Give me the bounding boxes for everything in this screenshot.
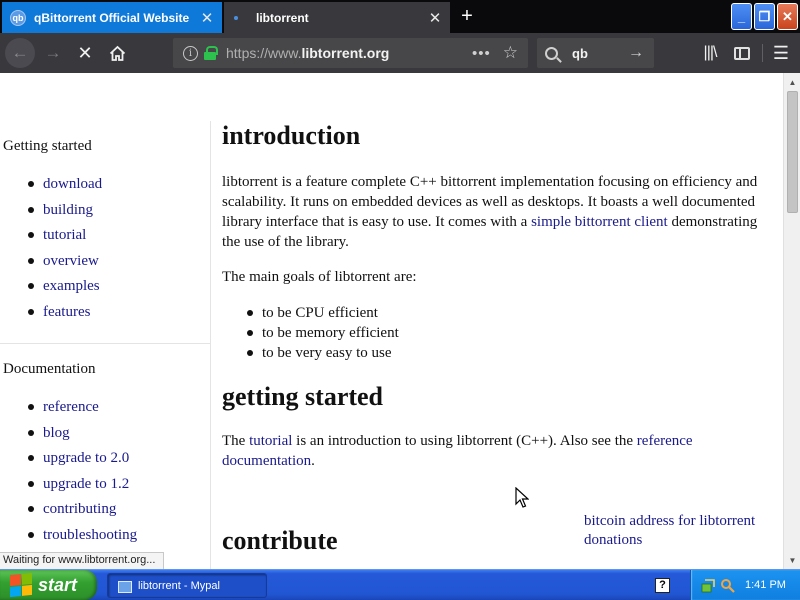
list-item: to be memory efficient xyxy=(247,325,399,341)
nav-heading-documentation: Documentation xyxy=(3,361,96,377)
list-item: to be very easy to use xyxy=(247,343,399,363)
tab-close-icon[interactable]: ✕ xyxy=(196,9,218,27)
page-actions-ellipsis-icon[interactable]: ••• xyxy=(472,45,491,62)
list-item: examples xyxy=(27,276,102,302)
scroll-down-arrow-icon[interactable]: ▼ xyxy=(786,554,799,567)
site-info-icon[interactable]: i xyxy=(183,45,198,61)
list-item: overview xyxy=(27,251,102,277)
bitcoin-donation-link[interactable]: bitcoin address for libtorrent donations xyxy=(584,512,774,550)
back-arrow-icon[interactable]: ← xyxy=(5,38,35,68)
maximize-button[interactable]: ❐ xyxy=(754,3,775,30)
tab-title: qBittorrent Official Website xyxy=(34,10,190,25)
goals-list: to be CPU efficient to be memory efficie… xyxy=(247,303,399,363)
intro-paragraph: libtorrent is a feature complete C++ bit… xyxy=(222,174,758,250)
nav-link-overview[interactable]: overview xyxy=(43,253,99,269)
close-window-button[interactable]: ✕ xyxy=(777,3,798,30)
nav-link-download[interactable]: download xyxy=(43,176,102,192)
nav-link-troubleshooting[interactable]: troubleshooting xyxy=(43,527,137,543)
url-text[interactable]: https://www.libtorrent.org xyxy=(226,45,472,61)
tab-title: libtorrent xyxy=(256,10,309,25)
stop-loading-icon[interactable]: ✕ xyxy=(70,38,100,68)
nav-link-upgrade-1-2[interactable]: upgrade to 1.2 xyxy=(43,476,129,492)
goals-intro: The main goals of libtorrent are: xyxy=(222,269,417,285)
mouse-cursor-icon xyxy=(515,487,529,508)
taskbar-window-button[interactable]: libtorrent - Mypal xyxy=(107,573,267,598)
hamburger-menu-icon[interactable]: ☰ xyxy=(766,38,796,68)
list-item: download xyxy=(27,174,102,200)
start-label: start xyxy=(38,574,78,595)
page-scrollbar[interactable]: ▲ ▼ xyxy=(783,73,800,569)
new-tab-plus-icon[interactable]: + xyxy=(456,4,478,28)
nav-link-upgrade-2-0[interactable]: upgrade to 2.0 xyxy=(43,450,129,466)
page-viewport: Getting started download building tutori… xyxy=(0,73,783,569)
windows-taskbar: start libtorrent - Mypal ? 1:41 PM xyxy=(0,569,800,600)
sidebar-navigation: Getting started download building tutori… xyxy=(0,121,211,569)
nav-link-tutorial[interactable]: tutorial xyxy=(43,227,86,243)
system-tray: 1:41 PM xyxy=(690,570,800,600)
library-icon[interactable]: |||\ xyxy=(695,38,725,68)
tab-libtorrent[interactable]: libtorrent ✕ xyxy=(224,2,450,33)
lock-icon xyxy=(204,46,218,60)
list-item: to be CPU efficient xyxy=(247,303,399,323)
list-item: building xyxy=(27,200,102,226)
start-button[interactable]: start xyxy=(0,570,97,600)
nav-link-features[interactable]: features xyxy=(43,304,90,320)
loading-indicator-icon xyxy=(234,15,238,20)
toolbar-divider xyxy=(762,44,763,62)
tab-qbittorrent[interactable]: qb qBittorrent Official Website ✕ xyxy=(2,2,222,33)
list-item: contributing xyxy=(27,499,137,525)
home-icon[interactable] xyxy=(102,38,132,68)
nav-list-getting-started: download building tutorial overview exam… xyxy=(27,174,102,328)
nav-link-blog[interactable]: blog xyxy=(43,425,70,441)
nav-heading-getting-started: Getting started xyxy=(3,138,92,154)
list-item: blog xyxy=(27,423,137,449)
list-item: features xyxy=(27,302,102,328)
tab-strip: qb qBittorrent Official Website ✕ libtor… xyxy=(0,0,800,33)
browser-window-icon xyxy=(118,579,132,593)
getting-started-paragraph: The tutorial is an introduction to using… xyxy=(222,433,693,469)
nav-link-building[interactable]: building xyxy=(43,202,93,218)
minimize-button[interactable]: _ xyxy=(731,3,752,30)
search-go-arrow-icon[interactable]: → xyxy=(628,44,644,62)
nav-separator xyxy=(0,343,210,344)
heading-contribute: contribute xyxy=(222,526,338,555)
heading-getting-started: getting started xyxy=(222,382,384,411)
address-bar[interactable]: i https://www.libtorrent.org ••• ☆ xyxy=(173,38,528,68)
tab-close-icon[interactable]: ✕ xyxy=(424,9,446,27)
clock: 1:41 PM xyxy=(745,579,786,591)
nav-link-examples[interactable]: examples xyxy=(43,278,100,294)
tutorial-link[interactable]: tutorial xyxy=(249,433,292,449)
scrollbar-thumb[interactable] xyxy=(787,91,798,213)
taskbar-window-label: libtorrent - Mypal xyxy=(138,579,220,592)
windows-logo-icon xyxy=(10,572,32,598)
bookmark-star-icon[interactable]: ☆ xyxy=(503,43,518,63)
scroll-up-arrow-icon[interactable]: ▲ xyxy=(786,76,799,89)
search-bar[interactable]: qb → xyxy=(537,38,654,68)
nav-list-documentation: reference blog upgrade to 2.0 upgrade to… xyxy=(27,397,137,551)
heading-introduction: introduction xyxy=(222,121,361,150)
help-icon[interactable]: ? xyxy=(655,578,670,593)
list-item: upgrade to 2.0 xyxy=(27,448,137,474)
qbittorrent-favicon-icon: qb xyxy=(10,9,26,26)
nav-link-reference[interactable]: reference xyxy=(43,399,99,415)
list-item: tutorial xyxy=(27,225,102,251)
search-icon xyxy=(545,46,558,60)
list-item: troubleshooting xyxy=(27,525,137,551)
navigation-toolbar: ← → ✕ i https://www.libtorrent.org ••• ☆… xyxy=(0,33,800,73)
forward-arrow-icon[interactable]: → xyxy=(38,38,68,68)
simple-client-link[interactable]: simple bittorrent client xyxy=(531,214,668,230)
status-text: Waiting for www.libtorrent.org... xyxy=(0,552,165,569)
search-input[interactable]: qb xyxy=(572,46,628,61)
sidebar-toggle-icon[interactable] xyxy=(727,38,757,68)
list-item: reference xyxy=(27,397,137,423)
nav-link-contributing[interactable]: contributing xyxy=(43,501,116,517)
network-tray-icon[interactable] xyxy=(701,578,716,593)
search-tray-icon[interactable] xyxy=(720,578,735,593)
list-item: upgrade to 1.2 xyxy=(27,474,137,500)
